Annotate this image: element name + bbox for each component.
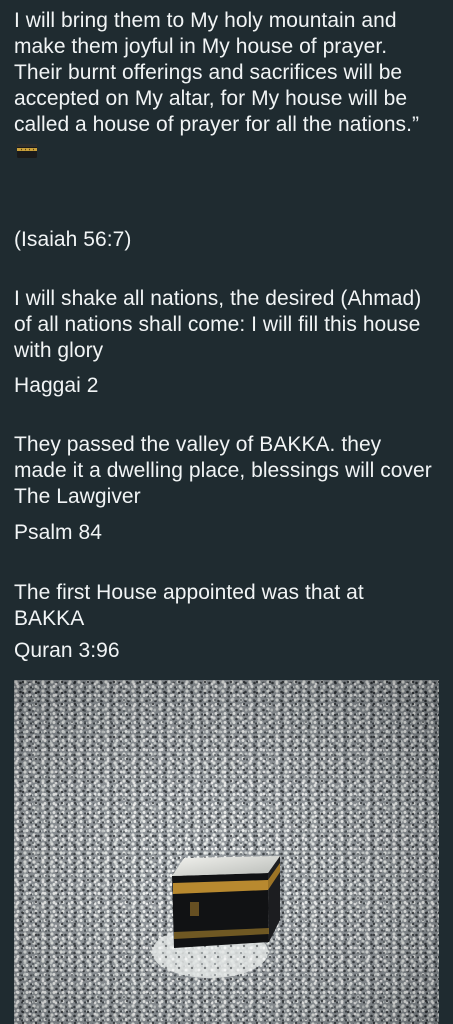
- verse-psalm-text: They passed the valley of BAKKA. they ma…: [14, 433, 432, 508]
- verse-quran-text: The first House appointed was that at BA…: [14, 581, 364, 630]
- verse-isaiah-reference: (Isaiah 56:7): [14, 228, 132, 251]
- verse-quran-reference: Quran 3:96: [14, 639, 120, 662]
- verse-haggai-text: I will shake all nations, the desired (A…: [14, 287, 422, 362]
- kaaba-emoji-icon: [17, 144, 37, 158]
- verse-isaiah-text: I will bring them to My holy mountain an…: [14, 8, 434, 164]
- photo-canvas: [14, 680, 439, 1024]
- verse-psalm-reference: Psalm 84: [14, 521, 102, 544]
- verse-isaiah-body: I will bring them to My holy mountain an…: [14, 9, 420, 136]
- message-bubble: I will bring them to My holy mountain an…: [0, 0, 453, 1024]
- verse-haggai-reference: Haggai 2: [14, 374, 99, 397]
- kaaba-aerial-photo[interactable]: [14, 680, 439, 1024]
- kaaba-shape: [172, 856, 280, 948]
